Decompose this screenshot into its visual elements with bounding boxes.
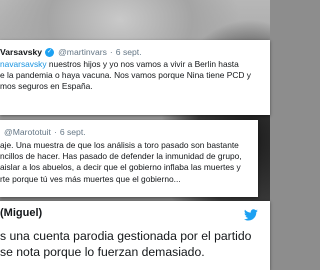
tweet-card-3[interactable]: (Miguel) s una cuenta parodia gestionada… bbox=[0, 201, 270, 270]
tweet-date[interactable]: 6 sept. bbox=[116, 47, 142, 58]
author-name[interactable]: (Miguel) bbox=[0, 208, 42, 219]
tweet-text-line: rte porque tú ves más muertes que el gob… bbox=[0, 173, 181, 184]
tweet-text-line: mos seguros en España. bbox=[0, 81, 93, 92]
author-handle[interactable]: @martinvars bbox=[58, 47, 107, 58]
tweet-text-line: e la pandemia o haya vacuna. Nos vamos p… bbox=[0, 70, 251, 81]
tweet-text-line: s una cuenta parodia gestionada por el p… bbox=[0, 229, 252, 243]
tweet-header: (Miguel) bbox=[0, 208, 270, 219]
tweet-text-line: nuestros hijos y yo nos vamos a vivir a … bbox=[48, 59, 239, 69]
tweet-text-line: aje. Una muestra de que los análisis a t… bbox=[0, 140, 239, 150]
mention-link[interactable]: navarsavsky bbox=[0, 59, 47, 69]
tweet-text-line: aislar a los abuelos, a decir que el gob… bbox=[0, 162, 241, 173]
separator-dot: · bbox=[109, 47, 113, 57]
tweet-body: s una cuenta parodia gestionada por el p… bbox=[0, 229, 270, 260]
tweet-header: Varsavsky ✓ @martinvars · 6 sept. bbox=[0, 47, 270, 58]
author-handle[interactable]: @Marototuit bbox=[4, 127, 51, 138]
tweet-card-1[interactable]: Varsavsky ✓ @martinvars · 6 sept. navars… bbox=[0, 40, 270, 115]
author-name[interactable]: Varsavsky bbox=[0, 47, 42, 58]
tweet-body: navarsavsky nuestros hijos y yo nos vamo… bbox=[0, 59, 270, 93]
tweet-card-2[interactable]: @Marototuit · 6 sept. aje. Una muestra d… bbox=[0, 120, 258, 197]
tweet-text-line: ncillos de hacer. Has pasado de defender… bbox=[0, 151, 242, 162]
tweet-text-line: se nota porque lo fuerzan demasiado. bbox=[0, 244, 205, 259]
tweet-header: @Marototuit · 6 sept. bbox=[0, 127, 258, 138]
twitter-bird-icon[interactable] bbox=[244, 209, 258, 221]
separator-dot: · bbox=[53, 127, 57, 137]
tweet-date[interactable]: 6 sept. bbox=[60, 127, 86, 138]
verified-badge-icon: ✓ bbox=[45, 48, 55, 57]
tweet-body: aje. Una muestra de que los análisis a t… bbox=[0, 140, 258, 185]
